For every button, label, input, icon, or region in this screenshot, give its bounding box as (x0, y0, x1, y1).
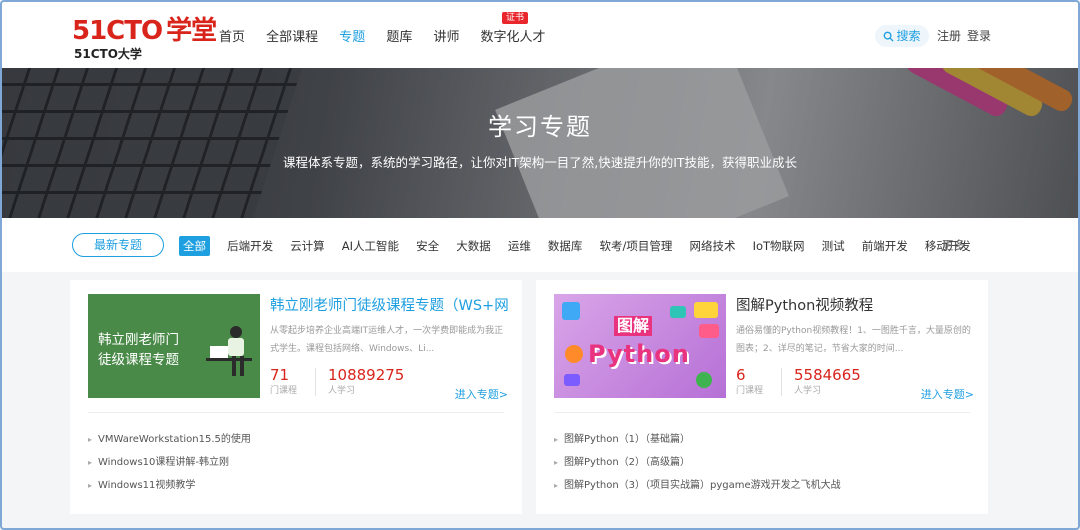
thumbnail-python-text: Python (588, 340, 690, 368)
thumbnail-caption-line: 徒级课程专题 (98, 352, 179, 368)
bullet-icon: ▸ (88, 435, 93, 444)
certificate-badge: 证书 (502, 12, 529, 24)
main-nav: 首页 全部课程 专题 题库 讲师 数字化人才 (219, 26, 562, 46)
top-header: 51CTO 学堂 51CTO大学 首页 全部课程 专题 题库 讲师 数字化人才 证… (2, 2, 1078, 68)
topic-thumbnail[interactable]: 图解 Python (554, 294, 726, 398)
lesson-title: 图解Python（2）（高级篇） (564, 457, 691, 468)
bullet-icon: ▸ (88, 481, 93, 490)
register-link[interactable]: 注册 (937, 29, 961, 43)
category-iot[interactable]: IoT物联网 (753, 236, 805, 256)
learner-count: 5584665 (794, 366, 861, 384)
auth-links: 注册 登录 (937, 27, 997, 44)
bullet-icon: ▸ (554, 481, 559, 490)
category-big-data[interactable]: 大数据 (456, 236, 491, 256)
learner-count-label: 人学习 (328, 386, 356, 396)
course-count: 71 (270, 366, 290, 384)
topic-description: 从零起步培养企业高端IT运维人才，一次学费即能成为我正式学生。课程包括网络、Wi… (270, 326, 504, 354)
course-count-label: 门课程 (736, 386, 764, 396)
category-ai[interactable]: AI人工智能 (342, 236, 399, 256)
search-icon (884, 31, 895, 42)
category-ops[interactable]: 运维 (508, 236, 531, 256)
topic-description: 通俗易懂的Python视频教程！1、一图胜千言，大量原创的图表；2、详尽的笔记，… (736, 326, 971, 354)
card-divider (554, 412, 970, 413)
category-testing[interactable]: 测试 (822, 236, 845, 256)
person-at-desk-illustration (206, 326, 252, 376)
search-button[interactable]: 搜索 (875, 25, 929, 47)
thumbnail-caption: 韩立刚老师门 徒级课程专题 (98, 330, 179, 370)
hero-banner: 学习专题 课程体系专题，系统的学习路径，让你对IT架构一目了然,快速提升你的IT… (2, 68, 1078, 218)
lesson-item[interactable]: ▸ 图解Python（1）（基础篇） (554, 433, 690, 447)
banner-title: 学习专题 (488, 113, 592, 141)
lesson-title: 图解Python（1）（基础篇） (564, 434, 691, 445)
banner-overlay (2, 68, 1078, 218)
category-cloud[interactable]: 云计算 (290, 236, 325, 256)
bullet-icon: ▸ (554, 435, 559, 444)
topic-title[interactable]: 韩立刚老师门徒级课程专题（WS+网... (270, 296, 510, 316)
category-list: 全部 后端开发 云计算 AI人工智能 安全 大数据 运维 数据库 软考/项目管理… (179, 235, 983, 256)
topic-title[interactable]: 图解Python视频教程 (736, 296, 976, 316)
nav-digital-talent[interactable]: 数字化人才 (481, 28, 546, 48)
stat-divider (315, 368, 316, 396)
enter-topic-link[interactable]: 进入专题> (455, 386, 508, 402)
logo-main-text: 51CTO (72, 16, 163, 46)
lesson-item[interactable]: ▸ VMWareWorkstation15.5的使用 (88, 433, 251, 447)
nav-topics[interactable]: 专题 (339, 28, 365, 48)
logo-wordmark: 51CTO 学堂 (72, 16, 217, 46)
lesson-title: Windows10课程讲解-韩立刚 (98, 457, 229, 468)
category-frontend[interactable]: 前端开发 (862, 236, 908, 256)
bullet-icon: ▸ (554, 458, 559, 467)
lesson-item[interactable]: ▸ 图解Python（3）（项目实战篇）pygame游戏开发之飞机大战 (554, 479, 841, 493)
site-logo[interactable]: 51CTO 学堂 51CTO大学 (72, 16, 217, 64)
login-link[interactable]: 登录 (967, 29, 991, 43)
lesson-title: 图解Python（3）（项目实战篇）pygame游戏开发之飞机大战 (564, 480, 841, 491)
nav-all-courses[interactable]: 全部课程 (266, 28, 318, 48)
search-label: 搜索 (896, 29, 921, 43)
banner-subtitle: 课程体系专题，系统的学习路径，让你对IT架构一目了然,快速提升你的IT技能，获得… (282, 155, 798, 170)
category-security[interactable]: 安全 (416, 236, 439, 256)
category-network[interactable]: 网络技术 (689, 236, 735, 256)
lesson-item[interactable]: ▸ 图解Python（2）（高级篇） (554, 456, 690, 470)
lesson-item[interactable]: ▸ Windows10课程讲解-韩立刚 (88, 456, 229, 470)
nav-home[interactable]: 首页 (219, 28, 245, 48)
newest-topics-button[interactable]: 最新专题 (72, 233, 164, 257)
more-categories-link[interactable]: 更多 (942, 235, 965, 255)
lesson-title: Windows11视频教学 (98, 480, 196, 491)
lesson-title: VMWareWorkstation15.5的使用 (98, 434, 251, 445)
category-database[interactable]: 数据库 (548, 236, 583, 256)
logo-xuetang-text: 学堂 (166, 16, 217, 46)
logo-subtitle: 51CTO大学 (74, 47, 142, 61)
topic-thumbnail[interactable]: 韩立刚老师门 徒级课程专题 (88, 294, 260, 398)
enter-topic-link[interactable]: 进入专题> (921, 386, 974, 402)
topic-card: 韩立刚老师门 徒级课程专题 韩立刚老师门徒级课程专题（WS+网... 从零起步培… (70, 280, 522, 514)
category-exam-pm[interactable]: 软考/项目管理 (600, 236, 673, 256)
category-backend[interactable]: 后端开发 (227, 236, 273, 256)
category-all[interactable]: 全部 (179, 236, 210, 256)
thumbnail-tujie-text: 图解 (614, 316, 653, 336)
card-divider (88, 412, 504, 413)
course-count-label: 门课程 (270, 386, 298, 396)
stat-divider (781, 368, 782, 396)
learner-count: 10889275 (328, 366, 405, 384)
topic-card: 图解 Python 图解Python视频教程 通俗易懂的Python视频教程！1… (536, 280, 988, 514)
nav-lecturers[interactable]: 讲师 (433, 28, 459, 48)
category-filter-bar: 最新专题 全部 后端开发 云计算 AI人工智能 安全 大数据 运维 数据库 软考… (2, 218, 1078, 272)
lesson-item[interactable]: ▸ Windows11视频教学 (88, 479, 195, 493)
course-count: 6 (736, 366, 746, 384)
nav-question-bank[interactable]: 题库 (386, 28, 412, 48)
thumbnail-caption-line: 韩立刚老师门 (98, 332, 179, 348)
learner-count-label: 人学习 (794, 386, 822, 396)
bullet-icon: ▸ (88, 458, 93, 467)
